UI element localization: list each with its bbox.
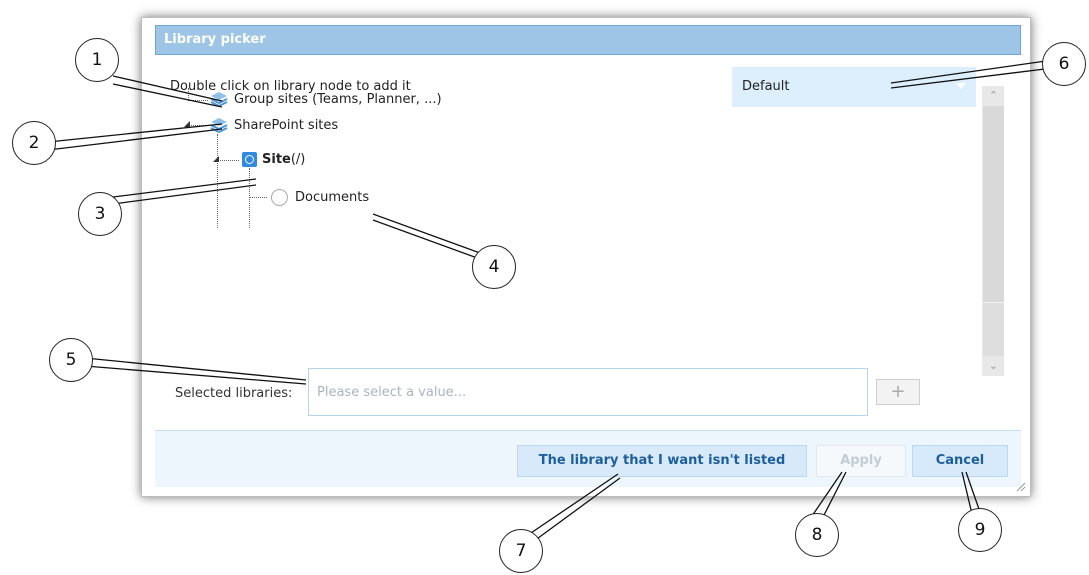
callout-marker: 9: [958, 508, 1002, 552]
callout-marker: 1: [75, 38, 119, 82]
callout-marker: 8: [795, 513, 839, 557]
callout-marker: 3: [78, 192, 122, 236]
callout-marker: 2: [12, 121, 56, 165]
callout-marker: 7: [499, 529, 543, 573]
callout-leaders: [47, 59, 1054, 545]
callout-marker: 4: [472, 245, 516, 289]
callout-marker: 6: [1042, 42, 1086, 86]
callout-marker: 5: [49, 338, 93, 382]
